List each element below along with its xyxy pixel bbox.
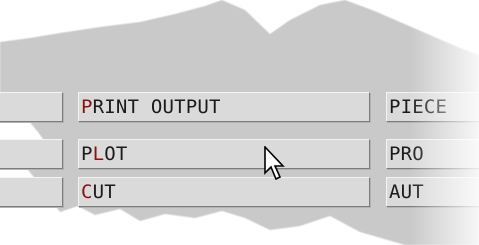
button-label: UT bbox=[92, 181, 116, 203]
torn-screen-fragment: PRINT OUTPUT PLOT CUT PIECE PRO AUT bbox=[0, 0, 479, 245]
piece-button[interactable]: PIECE bbox=[386, 92, 479, 122]
pro-button[interactable]: PRO bbox=[386, 139, 479, 169]
button-label: RINT OUTPUT bbox=[92, 96, 221, 118]
arrow-pointer-icon bbox=[264, 146, 285, 181]
plot-button[interactable]: PLOT bbox=[78, 139, 370, 169]
aut-button[interactable]: AUT bbox=[386, 177, 479, 207]
torn-paper-background bbox=[0, 0, 479, 245]
menu-button-left-row3[interactable] bbox=[0, 177, 63, 207]
hotkey-letter: L bbox=[92, 143, 105, 165]
menu-button-left-row1[interactable] bbox=[0, 92, 63, 122]
button-label-prefix: P bbox=[81, 143, 93, 165]
cut-button[interactable]: CUT bbox=[78, 177, 370, 207]
print-output-button[interactable]: PRINT OUTPUT bbox=[78, 92, 370, 122]
hotkey-letter: C bbox=[81, 181, 93, 203]
hotkey-letter: P bbox=[81, 96, 93, 118]
button-label: OT bbox=[104, 143, 128, 165]
menu-button-left-row2[interactable] bbox=[0, 139, 63, 169]
